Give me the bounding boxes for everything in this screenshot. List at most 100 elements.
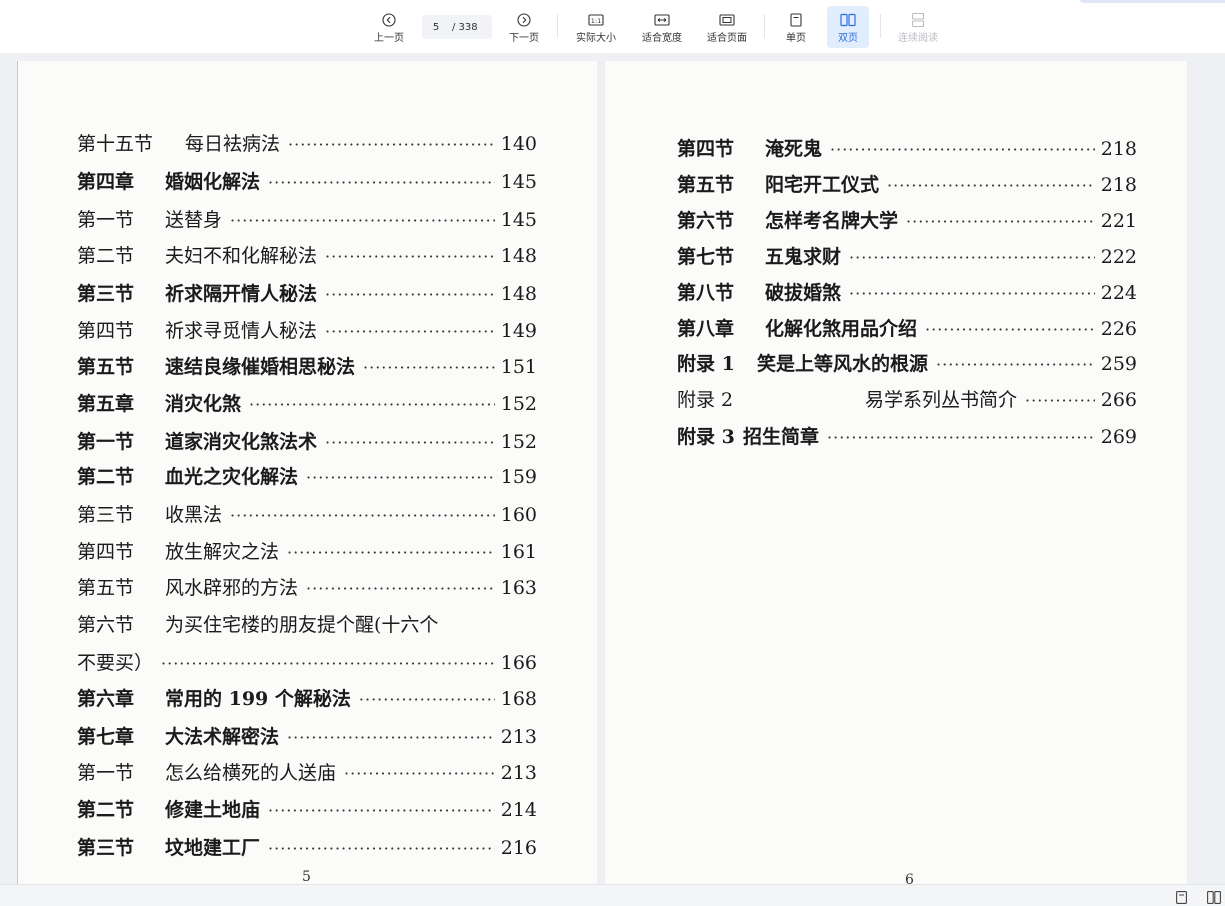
toc-row: 第四节 放生解灾之法 ·······························… [77, 540, 537, 565]
toc-page-number: 218 [1100, 174, 1137, 196]
single-page-view-icon[interactable] [1176, 889, 1187, 906]
single-page-button[interactable]: 单页 [778, 6, 814, 48]
toc-row: 附录 3 招生简章 ································… [677, 425, 1137, 450]
toc-leader-dots: ········································… [325, 433, 495, 452]
toc-entry-title: 婚姻化解法 [165, 171, 261, 193]
toc-entry-title: 五鬼求财 [765, 246, 842, 268]
toc-entry-title: 不要买） [77, 652, 154, 674]
document-page-left: 第十五节 每日袪病法 ·······························… [17, 61, 597, 885]
toc-leader-dots: ········································… [288, 135, 495, 154]
toc-page-number: 149 [500, 320, 537, 342]
prev-page-label: 上一页 [374, 33, 404, 44]
next-page-button[interactable]: 下一页 [503, 6, 545, 48]
toc-row: 第二节 修建土地庙 ································… [77, 798, 537, 823]
chevron-left-circle-icon [382, 13, 396, 27]
toc-row: 第二节 血光之灾化解法 ······························… [77, 465, 537, 490]
toc-entry-title: 坟地建工厂 [165, 837, 261, 859]
toc-section-label: 第一节 [77, 762, 135, 784]
toc-leader-dots: ········································… [161, 654, 495, 673]
toc-leader-dots: ········································… [344, 764, 495, 783]
toc-page-number: 222 [1100, 246, 1137, 268]
toc-entry-title: 祈求寻觅情人秘法 [165, 320, 318, 342]
toc-section-label: 第七章 [77, 726, 135, 748]
toc-row: 第五节 速结良缘催婚相思秘法 ···························… [77, 355, 537, 380]
toc-section-label: 第十五节 [77, 133, 154, 155]
toc-section-label: 附录 1 [677, 353, 735, 375]
fit-width-button[interactable]: 适合宽度 [636, 6, 688, 48]
toc-section-label: 第五节 [677, 174, 735, 196]
toc-section-label: 第三节 [77, 837, 135, 859]
page-number-box[interactable]: 5 / 338 [422, 15, 492, 39]
toc-entry-title: 笑是上等风水的根源 [757, 353, 929, 375]
double-page-view-icon[interactable] [1207, 889, 1221, 906]
toc-leader-dots: ········································… [849, 248, 1095, 267]
actual-size-label: 实际大小 [576, 33, 616, 44]
toc-section-label: 第八章 [677, 318, 735, 340]
toc-page-number: 221 [1100, 210, 1137, 232]
toc-section-label: 第四节 [77, 541, 135, 563]
toc-entry-title: 速结良缘催婚相思秘法 [165, 356, 356, 378]
toc-row: 第四章 婚姻化解法 ································… [77, 170, 537, 195]
toc-page-number: 148 [500, 245, 537, 267]
toc-row: 第三节 坟地建工厂 ································… [77, 836, 537, 861]
toc-page-number: 161 [500, 541, 537, 563]
toc-row: 第六章 常用的 199 个解秘法 ·························… [77, 687, 537, 712]
toc-entry-title: 每日袪病法 [185, 133, 281, 155]
chevron-right-circle-icon [517, 13, 531, 27]
toc-section-label: 第二节 [77, 799, 135, 821]
fit-page-button[interactable]: 适合页面 [701, 6, 753, 48]
toc-leader-dots: ········································… [827, 428, 1095, 447]
toc-row: 第八章 化解化煞用品介绍 ·····························… [677, 317, 1137, 342]
toc-page-number: 163 [500, 577, 537, 599]
toc-section-label: 第六章 [77, 688, 135, 710]
toc-section-label: 附录 3 [677, 426, 735, 448]
double-page-button[interactable]: 双页 [827, 6, 869, 48]
toc-leader-dots: ········································… [230, 506, 495, 525]
toolbar-divider [764, 14, 765, 38]
toc-entry-title: 化解化煞用品介绍 [765, 318, 918, 340]
total-pages: / 338 [452, 21, 478, 33]
toc-section-label: 第四节 [77, 320, 135, 342]
toc-leader-dots: ········································… [906, 212, 1095, 231]
toc-entry-title: 招生简章 [743, 426, 820, 448]
toc-row: 第四节 祈求寻觅情人秘法 ·····························… [77, 319, 537, 344]
toc-row: 第一节 道家消灾化煞法术 ·····························… [77, 430, 537, 455]
status-bar [0, 884, 1225, 906]
toc-leader-dots: ········································… [936, 355, 1095, 374]
toc-leader-dots: ········································… [268, 801, 495, 820]
toc-leader-dots: ········································… [249, 395, 495, 414]
actual-size-button[interactable]: 1:1 实际大小 [570, 6, 622, 48]
toc-section-label: 附录 2 [677, 389, 734, 411]
fit-page-icon [719, 14, 735, 26]
toc-section-label: 第七节 [677, 246, 735, 268]
toc-leader-dots: ········································… [1025, 391, 1095, 410]
toc-page-number: 145 [500, 209, 537, 231]
toc-leader-dots: ········································… [358, 690, 495, 709]
toc-entry-title: 血光之灾化解法 [165, 466, 299, 488]
toc-entry-title: 大法术解密法 [165, 726, 280, 748]
toc-page-number: 213 [500, 726, 537, 748]
toc-leader-dots: ········································… [325, 285, 495, 304]
toc-page-number: 152 [500, 393, 537, 415]
toc-row: 第六节 怎样考名牌大学 ······························… [677, 209, 1137, 234]
fit-width-label: 适合宽度 [642, 33, 682, 44]
toc-section-label: 第一节 [77, 431, 135, 453]
toc-section-label: 第六节 [77, 614, 135, 636]
toc-entry-title: 为买住宅楼的朋友提个醒(十六个 [165, 614, 439, 636]
toc-section-label: 第五节 [77, 577, 135, 599]
toc-leader-dots: ········································… [287, 728, 495, 747]
toc-page-number: 213 [500, 762, 537, 784]
toc-page-number: 226 [1100, 318, 1137, 340]
toc-page-number: 216 [500, 837, 537, 859]
toc-page-number: 151 [500, 356, 537, 378]
top-accent-bar [1080, 0, 1225, 3]
toc-row: 第三节 收黑法 ··································… [77, 503, 537, 528]
toc-row: 第六节 为买住宅楼的朋友提个醒(十六个 [77, 613, 438, 637]
toc-row: 第三节 祈求隔开情人秘法 ·····························… [77, 282, 537, 307]
toc-row: 附录 2 易学系列丛书简介 ····························… [677, 388, 1137, 413]
toc-entry-title: 收黑法 [165, 504, 223, 526]
current-page-input[interactable]: 5 [422, 22, 450, 33]
toc-row: 不要买） ····································… [77, 651, 537, 676]
prev-page-button[interactable]: 上一页 [368, 6, 410, 48]
continuous-reading-button[interactable]: 连续阅读 [892, 6, 944, 48]
